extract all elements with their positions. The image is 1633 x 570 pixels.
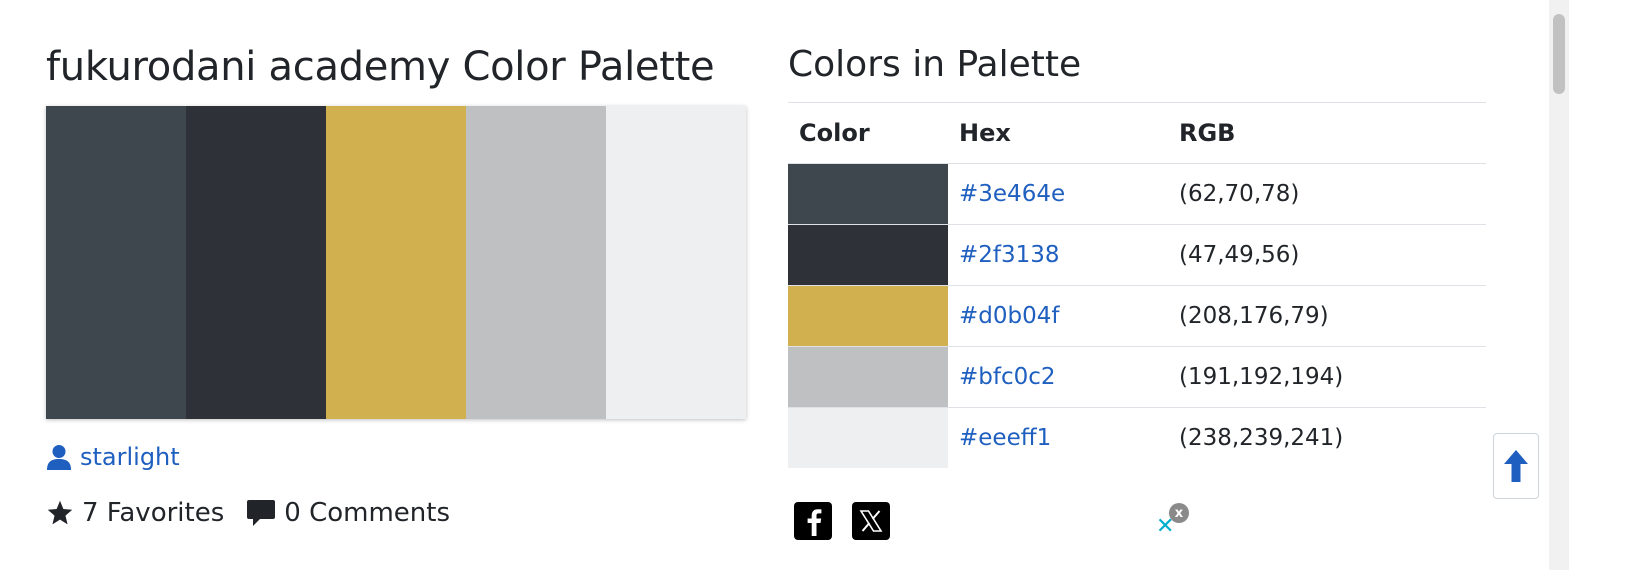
palette-swatch-1[interactable] (46, 106, 186, 419)
table-row: #bfc0c2 (191,192,194) (788, 346, 1486, 408)
share-buttons (794, 502, 890, 540)
palette-stats: 7 Favorites 0 Comments (46, 494, 472, 532)
hex-link[interactable]: #bfc0c2 (959, 364, 1056, 390)
scrollbar-thumb[interactable] (1553, 14, 1565, 94)
author-name: starlight (80, 443, 180, 471)
comments-stat[interactable]: 0 Comments (246, 498, 450, 528)
color-swatch-cell (788, 224, 948, 286)
rgb-cell: (62,70,78) (1168, 163, 1486, 225)
user-icon (47, 445, 71, 470)
star-icon (47, 500, 73, 525)
author-link[interactable]: starlight (46, 440, 180, 474)
hex-cell: #3e464e (948, 163, 1168, 225)
header-color: Color (788, 102, 948, 164)
favorites-count: 7 Favorites (82, 498, 225, 528)
color-swatch[interactable] (788, 164, 948, 224)
color-swatch[interactable] (788, 225, 948, 285)
arrow-up-icon (1504, 450, 1528, 482)
hex-link[interactable]: #2f3138 (959, 242, 1060, 268)
ad-close-label: x (1174, 505, 1184, 521)
table-row: #2f3138 (47,49,56) (788, 224, 1486, 286)
hex-link[interactable]: #3e464e (959, 181, 1065, 207)
rgb-cell: (191,192,194) (1168, 346, 1486, 408)
palette-preview[interactable] (46, 106, 746, 419)
color-swatch[interactable] (788, 286, 948, 346)
ad-dismiss-icon[interactable]: ✕ (1156, 516, 1174, 538)
hex-link[interactable]: #d0b04f (959, 303, 1059, 329)
page-title: fukurodani academy Color Palette (46, 44, 715, 90)
facebook-share-button[interactable] (794, 502, 832, 540)
hex-cell: #eeeff1 (948, 408, 1168, 469)
table-header-row: Color Hex RGB (788, 102, 1486, 164)
favorites-stat[interactable]: 7 Favorites (46, 498, 224, 528)
header-rgb: RGB (1168, 102, 1486, 164)
x-icon (859, 510, 883, 532)
palette-swatch-3[interactable] (326, 106, 466, 419)
hex-cell: #2f3138 (948, 224, 1168, 286)
hex-link[interactable]: #eeeff1 (959, 425, 1051, 451)
comments-count: 0 Comments (284, 498, 451, 528)
hex-cell: #d0b04f (948, 285, 1168, 347)
color-swatch-cell (788, 163, 948, 225)
table-row: #d0b04f (208,176,79) (788, 285, 1486, 347)
comment-icon (247, 500, 276, 526)
rgb-cell: (208,176,79) (1168, 285, 1486, 347)
table-row: #eeeff1 (238,239,241) (788, 408, 1486, 469)
color-swatch-cell (788, 346, 948, 408)
hex-cell: #bfc0c2 (948, 346, 1168, 408)
color-swatch[interactable] (788, 347, 948, 407)
color-swatch[interactable] (788, 408, 948, 468)
colors-section-title: Colors in Palette (788, 44, 1082, 85)
palette-swatch-4[interactable] (466, 106, 606, 419)
palette-swatch-2[interactable] (186, 106, 326, 419)
rgb-cell: (47,49,56) (1168, 224, 1486, 286)
rgb-cell: (238,239,241) (1179, 425, 1344, 451)
page-scrollbar[interactable] (1549, 0, 1569, 570)
color-swatch-cell (788, 408, 948, 468)
x-share-button[interactable] (852, 502, 890, 540)
palette-swatch-5[interactable] (606, 106, 746, 419)
colors-table: Color Hex RGB #3e464e (62,70,78) #2f3138… (788, 102, 1486, 468)
header-hex: Hex (948, 102, 1168, 164)
facebook-icon (807, 509, 822, 536)
back-to-top-button[interactable] (1493, 433, 1539, 499)
color-swatch-cell (788, 285, 948, 347)
table-row: #3e464e (62,70,78) (788, 163, 1486, 225)
